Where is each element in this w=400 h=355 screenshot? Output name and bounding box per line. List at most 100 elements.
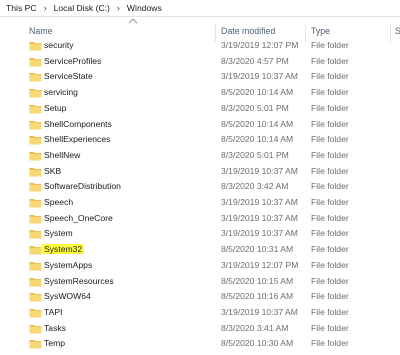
list-item[interactable]: Tasks 8/3/2020 3:41 AM File folder [0, 321, 400, 337]
file-name: System [44, 228, 73, 238]
file-name-text: SystemResources [44, 275, 114, 286]
date-modified: 8/5/2020 10:14 AM [221, 134, 294, 145]
date-modified: 8/3/2020 4:57 PM [221, 55, 289, 66]
column-header-size[interactable]: S [395, 26, 400, 36]
file-name-text: security [44, 40, 74, 50]
date-modified: 3/19/2019 10:37 AM [221, 306, 298, 317]
folder-icon [29, 246, 42, 255]
file-name: Setup [44, 103, 66, 113]
file-name-text: SKB [44, 165, 62, 176]
breadcrumb-local-disk[interactable]: Local Disk (C:) [52, 3, 112, 13]
file-name: ServiceState [44, 71, 93, 81]
file-name-text: Setup [44, 102, 67, 113]
file-name-text: ServiceProfiles [44, 55, 102, 66]
folder-icon [29, 42, 42, 51]
file-type: File folder [311, 212, 349, 223]
date-modified: 3/19/2019 10:37 AM [221, 71, 298, 82]
date-modified: 8/3/2020 5:01 PM [221, 149, 289, 160]
breadcrumb-this-pc[interactable]: This PC [4, 3, 39, 13]
file-name-text: SoftwareDistribution [44, 181, 121, 192]
folder-icon [29, 183, 42, 192]
list-item[interactable]: SysWOW64 8/5/2020 10:16 AM File folder [0, 289, 400, 305]
list-item[interactable]: Temp 8/5/2020 10:30 AM File folder [0, 336, 400, 352]
file-type: File folder [311, 118, 349, 129]
file-name: SystemApps [44, 260, 92, 270]
date-modified: 8/3/2020 3:42 AM [221, 181, 289, 192]
file-name: System32 [42, 244, 85, 255]
column-header-name[interactable]: Name [29, 26, 52, 36]
file-name: Tasks [44, 323, 66, 333]
file-type: File folder [311, 40, 349, 50]
file-name: Speech [44, 197, 73, 207]
file-name: SoftwareDistribution [44, 181, 121, 191]
breadcrumb: This PC › Local Disk (C:) › Windows [0, 0, 400, 17]
date-modified: 8/5/2020 10:30 AM [221, 338, 294, 349]
file-type: File folder [311, 197, 349, 207]
date-modified: 8/5/2020 10:15 AM [221, 275, 294, 286]
file-name: ShellExperiences [44, 134, 110, 144]
file-type: File folder [311, 134, 349, 145]
file-name-text: Speech_OneCore [44, 212, 113, 223]
folder-icon [29, 57, 42, 67]
list-item[interactable]: ServiceProfiles 8/3/2020 4:57 PM File fold… [0, 54, 400, 70]
file-name: servicing [44, 87, 78, 97]
file-type: File folder [311, 55, 349, 66]
list-item[interactable]: Speech 3/19/2019 10:37 AM File folder [0, 195, 400, 211]
list-item[interactable]: Speech_OneCore 3/19/2019 10:37 AM File fol… [0, 211, 400, 227]
list-item[interactable]: SoftwareDistribution 8/3/2020 3:42 AM File… [0, 179, 400, 195]
date-modified: 3/19/2019 10:37 AM [221, 228, 298, 239]
list-item[interactable]: System32 8/5/2020 10:31 AM File folder [0, 242, 400, 258]
list-item[interactable]: servicing 8/5/2020 10:14 AM File folder [0, 85, 400, 101]
vertical-scrollbar[interactable] [392, 38, 400, 355]
list-item[interactable]: System 3/19/2019 10:37 AM File folder [0, 226, 400, 242]
date-modified: 3/19/2019 12:07 PM [221, 259, 299, 270]
file-name: security [44, 40, 74, 50]
file-name: ShellComponents [44, 119, 112, 129]
date-modified: 8/3/2020 5:01 PM [221, 102, 289, 113]
breadcrumb-windows[interactable]: Windows [125, 3, 164, 13]
list-item[interactable]: security 3/19/2019 12:07 PM File folder [0, 38, 400, 54]
file-name-text: Tasks [44, 322, 66, 333]
file-name-text: System [44, 228, 73, 239]
list-item[interactable]: ServiceState 3/19/2019 10:37 AM File folde… [0, 69, 400, 85]
date-modified: 8/5/2020 10:14 AM [221, 118, 294, 129]
chevron-right-icon[interactable]: › [39, 3, 52, 13]
list-item[interactable]: Setup 8/3/2020 5:01 PM File folder [0, 101, 400, 117]
list-item[interactable]: SystemApps 3/19/2019 12:07 PM File folder [0, 258, 400, 274]
list-item[interactable]: SKB 3/19/2019 10:37 AM File folder [0, 164, 400, 180]
folder-icon [29, 230, 42, 239]
folder-icon [29, 89, 42, 98]
file-type: File folder [311, 338, 349, 349]
file-type: File folder [311, 102, 349, 113]
date-modified: 8/5/2020 10:31 AM [221, 244, 294, 255]
column-header-date-modified[interactable]: Date modified [221, 26, 275, 36]
column-header-type[interactable]: Type [311, 26, 330, 36]
list-item[interactable]: ShellNew 8/3/2020 5:01 PM File folder [0, 148, 400, 164]
list-item[interactable]: ShellExperiences 8/5/2020 10:14 AM File fo… [0, 132, 400, 148]
date-modified: 3/19/2019 10:37 AM [221, 197, 298, 207]
file-name-text: Speech [44, 197, 74, 207]
date-modified: 3/19/2019 10:37 AM [221, 165, 298, 176]
chevron-right-icon[interactable]: › [112, 3, 125, 13]
file-name: SystemResources [44, 276, 114, 286]
sort-up-icon [128, 18, 138, 24]
file-type: File folder [311, 71, 349, 82]
folder-icon [29, 293, 42, 302]
folder-icon [29, 151, 42, 161]
file-type: File folder [311, 181, 349, 192]
folder-icon [29, 199, 42, 208]
folder-icon [29, 324, 42, 334]
file-name-text: Temp [44, 338, 66, 349]
file-name: Speech_OneCore [44, 213, 113, 223]
file-type: File folder [311, 244, 349, 255]
file-name: SysWOW64 [44, 291, 91, 301]
list-item[interactable]: SystemResources 8/5/2020 10:15 AM File fol… [0, 274, 400, 290]
folder-icon [29, 214, 42, 224]
file-type: File folder [311, 149, 349, 160]
file-type: File folder [311, 322, 349, 333]
file-type: File folder [311, 87, 349, 98]
file-name: SKB [44, 166, 61, 176]
list-item[interactable]: ShellComponents 8/5/2020 10:14 AM File fol… [0, 117, 400, 133]
file-type: File folder [311, 291, 349, 302]
list-item[interactable]: TAPI 3/19/2019 10:37 AM File folder [0, 305, 400, 321]
